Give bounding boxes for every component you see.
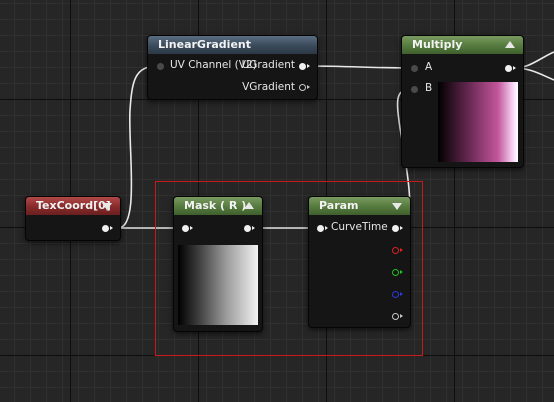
material-graph-canvas[interactable]: LinearGradient UV Channel (V2) UGradient… bbox=[0, 0, 554, 402]
curvetime-label: CurveTime bbox=[331, 221, 388, 233]
expand-triangle-icon[interactable] bbox=[392, 203, 402, 210]
uv-channel-input-pin-icon[interactable] bbox=[157, 63, 164, 70]
multiply-b-input-pin-icon[interactable] bbox=[411, 86, 418, 93]
multiply-output-pin-icon[interactable] bbox=[505, 65, 516, 72]
node-title-linear-gradient[interactable]: LinearGradient bbox=[148, 36, 317, 54]
multiply-b-label: B bbox=[425, 82, 433, 94]
param-rgb-output-pin-icon[interactable] bbox=[392, 225, 403, 232]
node-param[interactable]: Param CurveTime bbox=[308, 196, 411, 328]
mask-input-pin-icon[interactable] bbox=[182, 225, 193, 232]
mask-output-pin-icon[interactable] bbox=[244, 225, 255, 232]
expand-triangle-icon[interactable] bbox=[102, 203, 112, 210]
node-texcoord[interactable]: TexCoord[0] bbox=[25, 196, 121, 241]
multiply-preview-image bbox=[438, 82, 518, 162]
texcoord-output-pin-icon[interactable] bbox=[102, 225, 113, 232]
mask-preview-image bbox=[178, 245, 258, 325]
node-mask[interactable]: Mask ( R ) bbox=[173, 196, 263, 332]
vgradient-output-pin-icon[interactable] bbox=[299, 84, 310, 91]
ugradient-label: UGradient bbox=[241, 59, 295, 71]
param-blue-output-pin-icon[interactable] bbox=[392, 291, 403, 298]
param-red-output-pin-icon[interactable] bbox=[392, 247, 403, 254]
vgradient-label: VGradient bbox=[242, 81, 295, 93]
multiply-a-label: A bbox=[425, 61, 433, 73]
param-alpha-output-pin-icon[interactable] bbox=[392, 313, 403, 320]
collapse-triangle-icon[interactable] bbox=[505, 41, 515, 48]
ugradient-output-pin-icon[interactable] bbox=[299, 63, 310, 70]
collapse-triangle-icon[interactable] bbox=[244, 202, 254, 209]
wire-lineargradient-to-multiply-a[interactable] bbox=[307, 65, 413, 69]
node-multiply[interactable]: Multiply A B bbox=[401, 35, 524, 168]
node-linear-gradient[interactable]: LinearGradient UV Channel (V2) UGradient… bbox=[147, 35, 318, 100]
param-green-output-pin-icon[interactable] bbox=[392, 269, 403, 276]
multiply-a-input-pin-icon[interactable] bbox=[411, 65, 418, 72]
param-input-pin-icon[interactable] bbox=[317, 225, 328, 232]
